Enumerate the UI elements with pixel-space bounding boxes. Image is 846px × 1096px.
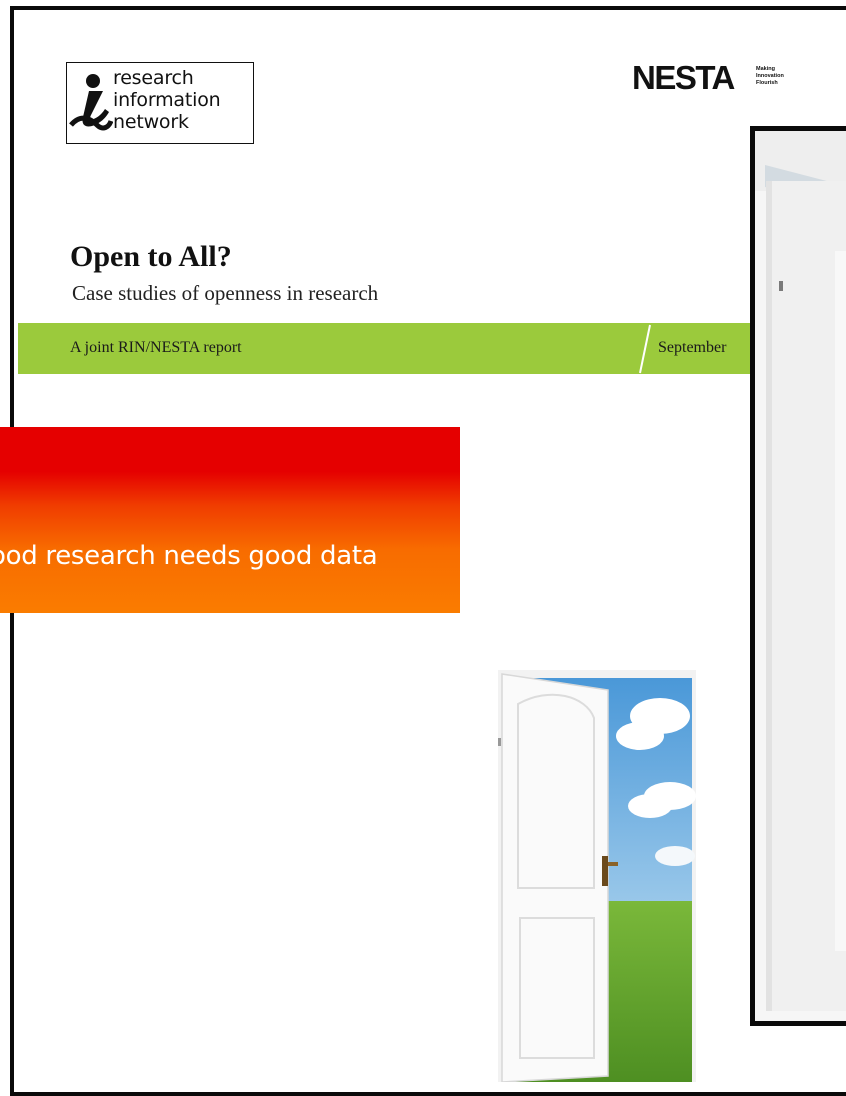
rin-i-icon [69,74,113,131]
nesta-wordmark: NESTA [632,59,735,96]
door-image-blurred [755,131,846,1021]
report-band-date: September [658,339,727,356]
nesta-tagline-line: Making [756,66,775,72]
rin-logo: research information network [66,62,254,144]
report-title: Open to All? [70,240,232,273]
promo-banner-text: ood research needs good data [0,541,378,571]
report-band-label: A joint RIN/NESTA report [70,339,242,356]
nesta-tagline-line: Flourish [756,80,778,86]
rin-logo-line: network [113,111,189,133]
band-divider-icon [639,324,651,374]
report-band: A joint RIN/NESTA report September [18,323,758,374]
promo-banner: ood research needs good data [0,427,460,613]
second-cover-image [750,126,846,1026]
rin-logo-text: research information network [113,67,221,133]
nesta-tagline: Making Innovation Flourish [756,66,784,87]
nesta-tagline-line: Innovation [756,73,784,79]
rin-logo-line: information [113,89,221,111]
rin-logo-line: research [113,67,194,89]
open-door-image [490,656,704,1082]
report-subtitle: Case studies of openness in research [72,281,379,305]
